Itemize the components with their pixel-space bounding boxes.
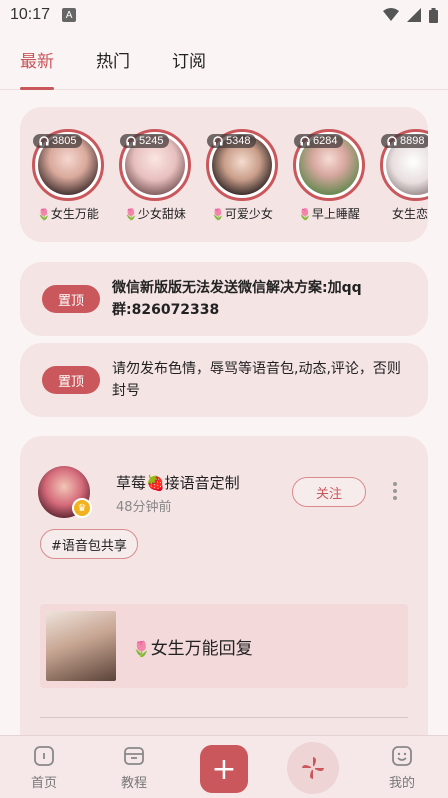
signal-icon — [407, 8, 421, 22]
status-time: 10:17 — [10, 6, 51, 23]
voice-pack-card[interactable]: 🌷女生万能回复 — [40, 604, 408, 688]
pinned-notice[interactable]: 置顶 请勿发布色情，辱骂等语音包,动态,评论，否则封号 — [20, 343, 428, 417]
room-item[interactable]: 5348 🌷可爱少女 — [206, 129, 278, 222]
listener-count-badge: 6284 — [294, 134, 344, 148]
pinned-notice-text: 请勿发布色情，辱骂等语音包,动态,评论，否则封号 — [112, 361, 401, 399]
listener-count: 5245 — [139, 135, 164, 147]
room-item[interactable]: 3805 🌷女生万能 — [32, 129, 104, 222]
tab-hot[interactable]: 热门 — [96, 30, 130, 90]
voice-pack-title: 🌷女生万能回复 — [132, 638, 253, 659]
post-divider — [40, 717, 408, 718]
status-bar: 10:17 A — [0, 0, 448, 30]
headphones-icon — [387, 136, 397, 146]
tulip-icon: 🌷 — [37, 208, 51, 221]
listener-count-badge: 3805 — [33, 134, 83, 148]
room-name: 🌷可爱少女 — [211, 207, 273, 221]
add-post-button[interactable]: + — [200, 745, 248, 793]
pinned-badge: 置顶 — [42, 285, 100, 313]
room-avatar-ring: 5245 — [119, 129, 191, 201]
profile-face-icon — [392, 746, 412, 766]
more-options-icon[interactable] — [390, 482, 400, 500]
post-time: 48分钟前 — [116, 500, 172, 515]
nav-mine-label: 我的 — [388, 776, 415, 791]
room-avatar-ring: 3805 — [32, 129, 104, 201]
room-name: 🌷少女甜妹 — [124, 207, 186, 221]
room-name: 🌷早上睡醒 — [298, 207, 360, 221]
listener-count: 5348 — [226, 135, 251, 147]
room-avatar-ring: 8898 — [380, 129, 428, 201]
nav-home-label: 首页 — [30, 776, 57, 791]
battery-icon — [429, 7, 438, 23]
wifi-icon — [383, 8, 399, 21]
headphones-icon — [39, 136, 49, 146]
tab-latest[interactable]: 最新 — [20, 30, 54, 90]
bottom-nav: 首页 教程 + 我的 — [0, 735, 448, 798]
follow-button[interactable]: 关注 — [292, 477, 366, 507]
post-username[interactable]: 草莓🍓接语音定制 — [116, 472, 240, 493]
room-avatar-ring: 5348 — [206, 129, 278, 201]
tulip-icon: 🌷 — [298, 208, 312, 221]
listener-count-badge: 5245 — [120, 134, 170, 148]
nav-tutorial-label: 教程 — [120, 776, 147, 791]
room-name: 🌷女生万能 — [37, 207, 99, 221]
pinned-badge: 置顶 — [42, 366, 100, 394]
pinwheel-icon[interactable] — [287, 742, 339, 794]
feed-scroll-area[interactable]: 3805 🌷女生万能 5245 🌷少女甜妹 5348 🌷可爱少女 6284 🌷早… — [0, 91, 448, 735]
tutorial-icon — [124, 747, 144, 765]
tulip-icon: 🌷 — [124, 208, 138, 221]
crown-icon: ♛ — [72, 498, 92, 518]
tulip-icon: 🌷 — [211, 208, 225, 221]
tab-subscribed[interactable]: 订阅 — [172, 30, 206, 90]
nav-tutorial[interactable]: 教程 — [104, 744, 164, 791]
room-item[interactable]: 5245 🌷少女甜妹 — [119, 129, 191, 222]
nav-home[interactable]: 首页 — [14, 744, 74, 791]
headphones-icon — [126, 136, 136, 146]
room-item[interactable]: 8898 女生恋爱 — [380, 129, 428, 222]
accessibility-a-icon: A — [62, 8, 77, 22]
listener-count: 8898 — [400, 135, 425, 147]
voice-rooms-carousel[interactable]: 3805 🌷女生万能 5245 🌷少女甜妹 5348 🌷可爱少女 6284 🌷早… — [20, 107, 428, 242]
room-name: 女生恋爱 — [391, 207, 428, 221]
feed-tabs: 最新 热门 订阅 — [0, 30, 448, 90]
nav-mine[interactable]: 我的 — [372, 744, 432, 791]
voice-pack-thumbnail — [46, 611, 116, 681]
listener-count-badge: 8898 — [381, 134, 428, 148]
listener-count-badge: 5348 — [207, 134, 257, 148]
post-tag[interactable]: #语音包共享 — [40, 529, 138, 559]
tulip-icon: 🌷 — [132, 639, 151, 658]
status-icons — [383, 7, 438, 23]
headphones-icon — [213, 136, 223, 146]
home-icon — [34, 746, 54, 766]
listener-count: 6284 — [313, 135, 338, 147]
pinwheel-glyph — [302, 757, 324, 779]
headphones-icon — [300, 136, 310, 146]
room-avatar-ring: 6284 — [293, 129, 365, 201]
listener-count: 3805 — [52, 135, 77, 147]
pinned-notice-text: 微信新版版无法发送微信解决方案:加qq群:826072338 — [112, 280, 362, 318]
pinned-notice[interactable]: 置顶 微信新版版无法发送微信解决方案:加qq群:826072338 — [20, 262, 428, 336]
post-card[interactable]: ♛ 草莓🍓接语音定制 48分钟前 关注 #语音包共享 🌷女生万能回复 — [20, 436, 428, 735]
room-item[interactable]: 6284 🌷早上睡醒 — [293, 129, 365, 222]
